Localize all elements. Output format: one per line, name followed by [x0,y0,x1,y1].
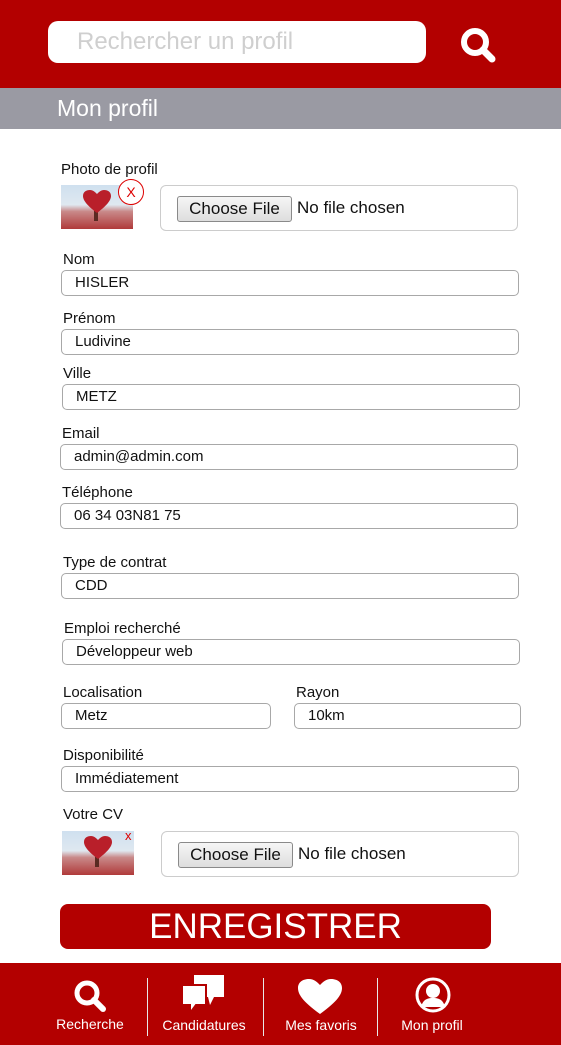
photo-label: Photo de profil [61,161,158,178]
nav-favoris-label: Mes favoris [285,1017,357,1033]
photo-file-status: No file chosen [297,198,405,217]
nav-profil[interactable]: Mon profil [380,963,484,1045]
contrat-field[interactable]: CDD [61,573,519,599]
telephone-label: Téléphone [62,484,133,501]
remove-photo-button[interactable]: X [118,179,144,205]
save-button[interactable]: ENREGISTRER [60,904,491,949]
telephone-field[interactable]: 06 34 03N81 75 [60,503,518,529]
emploi-field[interactable]: Développeur web [62,639,520,665]
emploi-label: Emploi recherché [64,620,181,637]
nav-recherche[interactable]: Recherche [40,963,140,1045]
localisation-label: Localisation [63,684,143,701]
disponibilite-label: Disponibilité [63,747,144,764]
cv-choose-file-button[interactable]: Choose File [178,842,293,868]
heart-icon [298,979,342,1014]
nav-divider [377,978,378,1036]
speech-bubbles-icon [181,975,224,1015]
search-icon [461,28,496,63]
search-icon [74,980,106,1012]
cv-thumbnail [62,831,134,875]
nav-divider [147,978,148,1036]
nav-recherche-label: Recherche [56,1016,124,1032]
nom-label: Nom [63,251,95,268]
photo-choose-file-button[interactable]: Choose File [177,196,292,222]
cv-file-status: No file chosen [298,844,406,863]
nav-candidatures-label: Candidatures [162,1017,246,1033]
photo-file-picker: Choose File No file chosen [160,185,518,231]
contrat-label: Type de contrat [63,554,167,571]
nav-candidatures[interactable]: Candidatures [150,963,258,1045]
search-input[interactable] [48,21,426,63]
prenom-field[interactable]: Ludivine [61,329,519,355]
page-title: Mon profil [57,95,158,121]
nav-profil-label: Mon profil [401,1017,463,1033]
nav-favoris[interactable]: Mes favoris [266,963,376,1045]
email-label: Email [62,425,100,442]
localisation-field[interactable]: Metz [61,703,271,729]
remove-cv-button[interactable]: x [125,828,132,843]
rayon-field[interactable]: 10km [294,703,521,729]
cv-file-picker: Choose File No file chosen [161,831,519,877]
user-circle-icon [415,977,451,1013]
nom-field[interactable]: HISLER [61,270,519,296]
nav-divider [263,978,264,1036]
ville-field[interactable]: METZ [62,384,520,410]
cv-label: Votre CV [63,806,124,823]
email-field[interactable]: admin@admin.com [60,444,518,470]
prenom-label: Prénom [63,310,116,327]
rayon-label: Rayon [296,684,340,701]
ville-label: Ville [63,365,92,382]
search-button[interactable] [456,24,500,68]
disponibilite-field[interactable]: Immédiatement [61,766,519,792]
